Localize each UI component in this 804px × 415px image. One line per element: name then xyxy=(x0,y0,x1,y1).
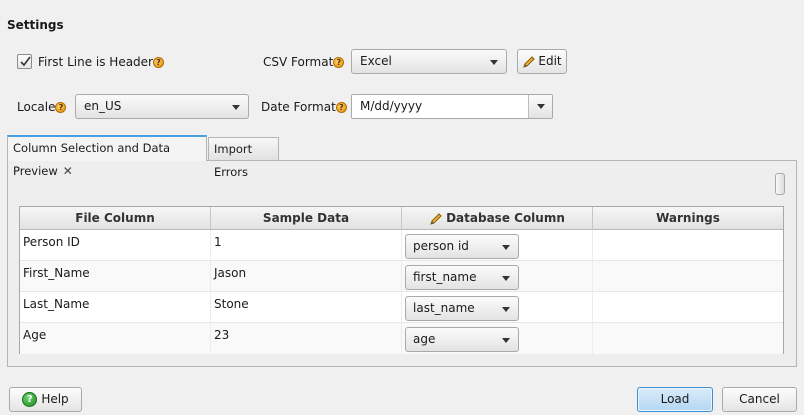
database-column-combo[interactable]: person id xyxy=(405,234,519,259)
file-column-cell: Person ID xyxy=(20,230,211,261)
locale-label: Locale xyxy=(17,100,56,114)
sample-data-cell: Jason xyxy=(211,261,402,292)
date-format-label: Date Format xyxy=(261,100,336,114)
question-badge-icon[interactable]: ? xyxy=(333,57,345,68)
database-column-value: last_name xyxy=(413,301,475,315)
sample-data-cell: Stone xyxy=(211,292,402,323)
database-column-combo[interactable]: first_name xyxy=(405,265,519,290)
date-format-dropdown-button[interactable] xyxy=(528,95,552,118)
table-header: File Column Sample Data Database Column … xyxy=(20,207,783,230)
locale-label-group: Locale? xyxy=(17,100,67,114)
vertical-scrollbar-thumb[interactable] xyxy=(775,173,785,195)
chevron-down-icon xyxy=(502,276,510,281)
sample-data-cell: 1 xyxy=(211,230,402,261)
column-mapping-table: File Column Sample Data Database Column … xyxy=(19,206,784,354)
database-column-cell: person id xyxy=(402,230,593,261)
edit-button[interactable]: Edit xyxy=(517,49,567,74)
tab-import-errors[interactable]: Import Errors xyxy=(208,137,279,179)
database-column-cell: last_name xyxy=(402,292,593,323)
edit-button-label: Edit xyxy=(538,54,562,68)
chevron-down-icon xyxy=(502,245,510,250)
table-row[interactable]: Person ID 1 person id xyxy=(20,230,783,261)
database-column-cell: first_name xyxy=(402,261,593,292)
locale-combo[interactable]: en_US xyxy=(75,94,249,119)
tab-column-selection[interactable]: Column Selection and Data Preview ✕ xyxy=(7,135,207,178)
file-column-cell: Age xyxy=(20,323,211,354)
check-icon xyxy=(20,56,31,67)
question-badge-icon[interactable]: ? xyxy=(55,102,67,113)
pencil-icon xyxy=(523,55,536,68)
csv-format-label: CSV Format xyxy=(263,55,334,69)
close-icon[interactable]: ✕ xyxy=(63,164,73,178)
csv-format-value: Excel xyxy=(360,54,392,68)
help-button[interactable]: ? Help xyxy=(9,387,82,412)
first-line-header-checkbox[interactable] xyxy=(17,54,32,69)
csv-format-combo[interactable]: Excel xyxy=(351,49,507,74)
column-header-database-column[interactable]: Database Column xyxy=(402,207,593,230)
database-column-combo[interactable]: age xyxy=(405,327,519,352)
column-header-warnings[interactable]: Warnings xyxy=(593,207,783,230)
question-badge-icon[interactable]: ? xyxy=(335,102,347,113)
help-button-label: Help xyxy=(41,392,69,406)
date-format-label-group: Date Format? xyxy=(261,100,347,114)
database-column-value: first_name xyxy=(413,270,477,284)
warnings-cell xyxy=(593,230,783,261)
date-format-input[interactable]: M/dd/yyyy xyxy=(360,95,422,118)
chevron-down-icon xyxy=(502,307,510,312)
cancel-button-label: Cancel xyxy=(739,392,780,406)
warnings-cell xyxy=(593,292,783,323)
database-column-cell: age xyxy=(402,323,593,354)
warnings-cell xyxy=(593,261,783,292)
chevron-down-icon xyxy=(490,60,498,65)
database-column-header-label: Database Column xyxy=(446,211,565,225)
question-badge-icon[interactable]: ? xyxy=(152,57,164,68)
chevron-down-icon xyxy=(537,104,545,109)
database-column-value: person id xyxy=(413,239,469,253)
table-row[interactable]: Age 23 age xyxy=(20,323,783,354)
sample-data-cell: 23 xyxy=(211,323,402,354)
cancel-button[interactable]: Cancel xyxy=(722,387,797,412)
file-column-cell: First_Name xyxy=(20,261,211,292)
column-header-sample-data[interactable]: Sample Data xyxy=(211,207,402,230)
chevron-down-icon xyxy=(502,338,510,343)
load-button-label: Load xyxy=(660,392,690,406)
tab-import-errors-label: Import Errors xyxy=(214,142,253,179)
table-row[interactable]: Last_Name Stone last_name xyxy=(20,292,783,323)
settings-title: Settings xyxy=(7,18,64,32)
file-column-cell: Last_Name xyxy=(20,292,211,323)
locale-value: en_US xyxy=(84,99,122,113)
chevron-down-icon xyxy=(232,105,240,110)
pencil-icon xyxy=(430,212,442,225)
database-column-combo[interactable]: last_name xyxy=(405,296,519,321)
load-button[interactable]: Load xyxy=(637,387,713,412)
date-format-combo[interactable]: M/dd/yyyy xyxy=(351,94,553,119)
help-circle-icon: ? xyxy=(22,392,38,407)
first-line-header-label: First Line is Header xyxy=(38,55,153,69)
table-row[interactable]: First_Name Jason first_name xyxy=(20,261,783,292)
warnings-cell xyxy=(593,323,783,354)
first-line-header-label-group: First Line is Header? xyxy=(38,55,164,69)
column-header-file-column[interactable]: File Column xyxy=(20,207,211,230)
database-column-value: age xyxy=(413,332,436,346)
csv-format-label-group: CSV Format? xyxy=(263,55,345,69)
